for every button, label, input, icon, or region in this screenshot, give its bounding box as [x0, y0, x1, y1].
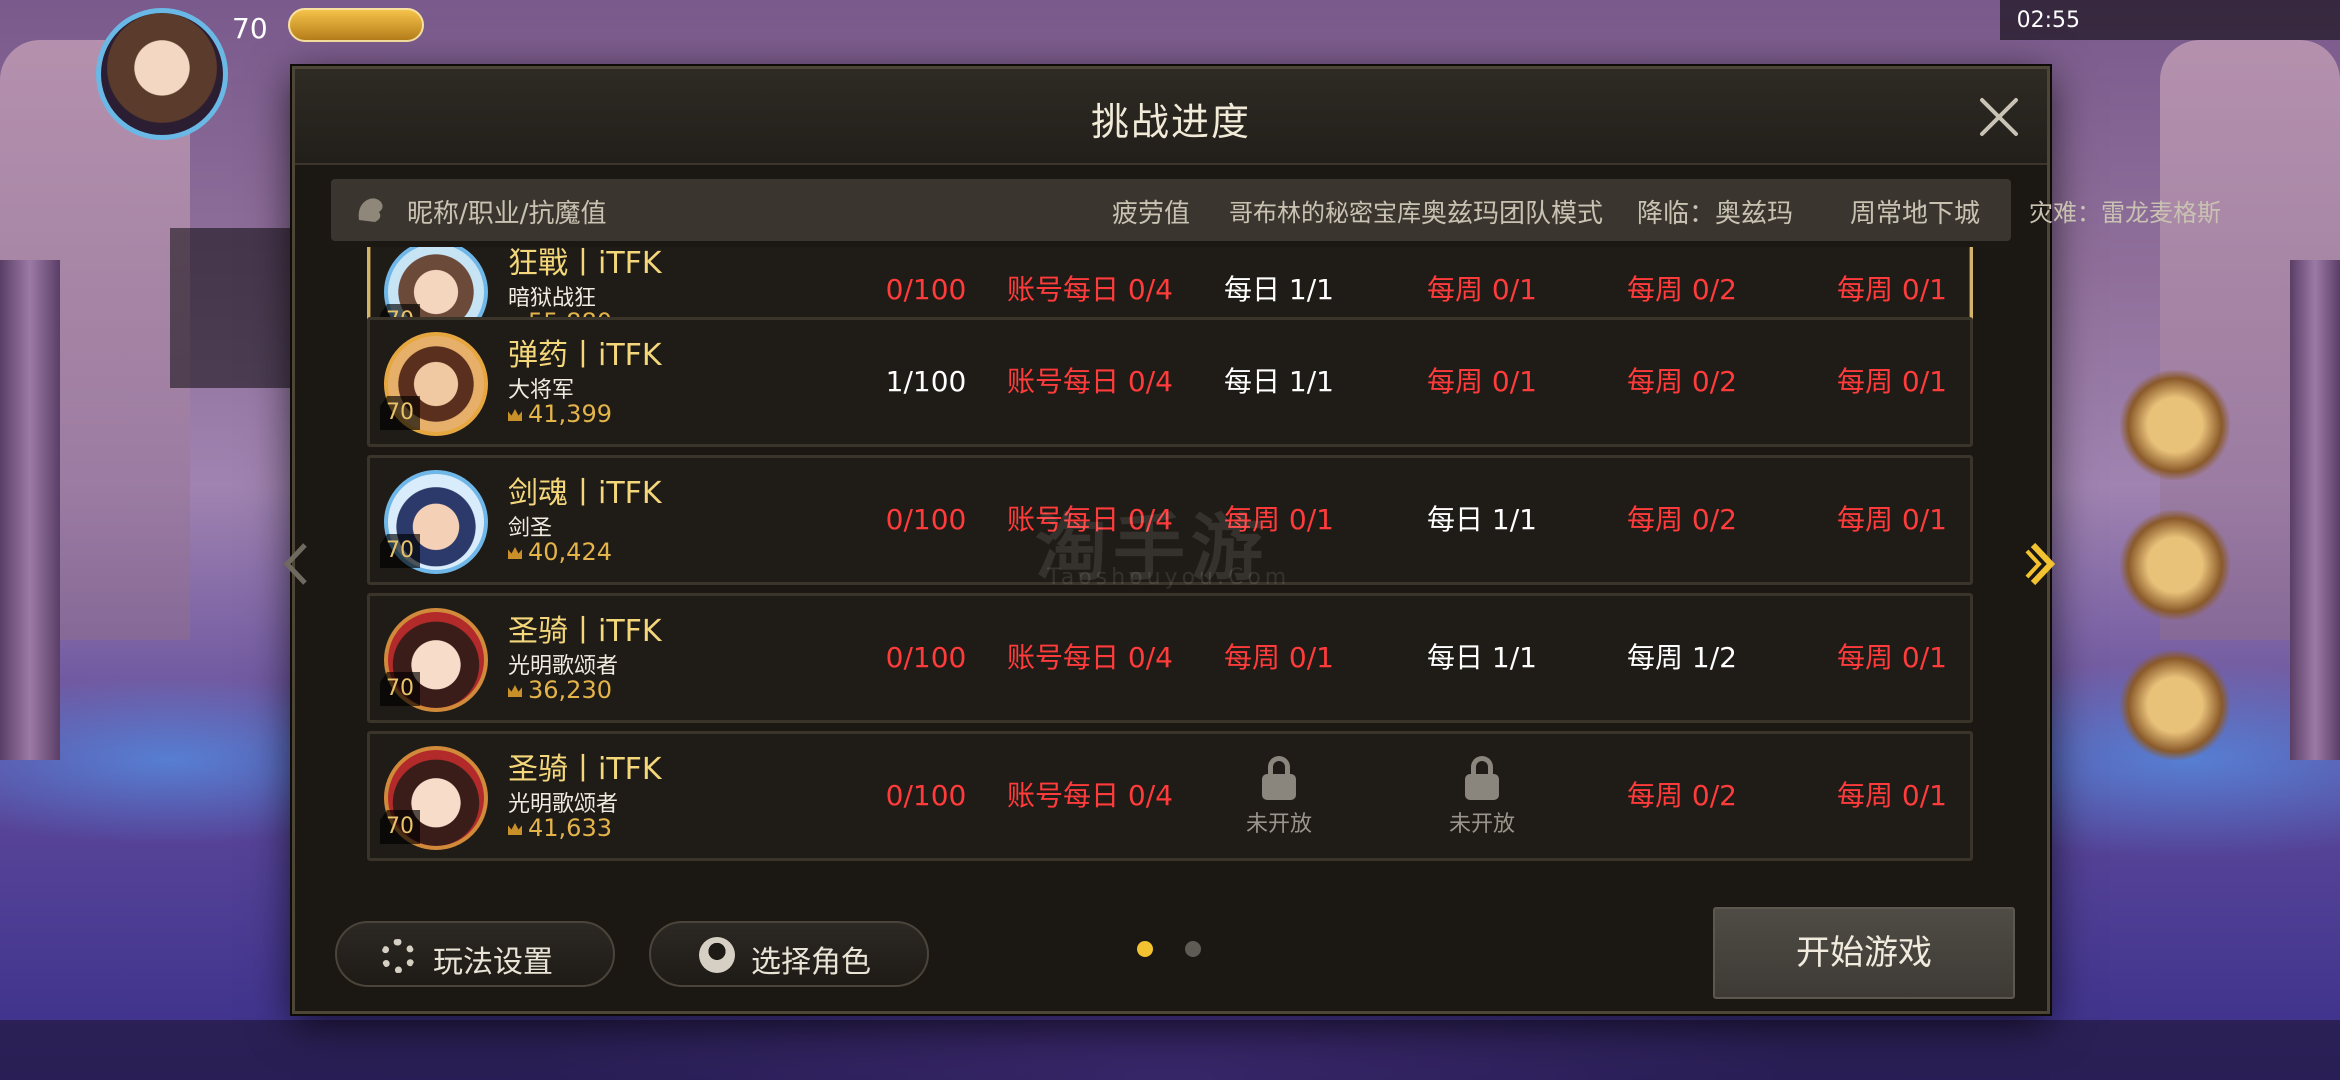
fatigue-value: 0/100: [885, 779, 967, 812]
prev-page-arrow-icon[interactable]: [277, 539, 317, 589]
gameplay-settings-button[interactable]: 玩法设置: [335, 921, 615, 987]
crown-icon: [508, 547, 522, 559]
col-goblin: 哥布林的秘密宝库: [1229, 199, 1421, 227]
side-menu-item-1[interactable]: [2120, 370, 2230, 480]
disaster-value: 每周 0/1: [1837, 779, 1947, 812]
ozma-team-value: 每周 0/1: [1224, 641, 1334, 674]
character-power-value: 36,230: [528, 676, 612, 704]
bg-pillar-right: [2290, 260, 2340, 760]
col-name: 昵称/职业/抗魔值: [407, 199, 607, 229]
character-row[interactable]: 70 圣骑丨iTFK 光明歌颂者 41,633 0/100 账号每日 0/4 未开放 未开放每…: [367, 731, 1973, 861]
character-row[interactable]: 70 弹药丨iTFK 大将军 41,399 1/100 账号每日 0/4 每日 1/1 每周 …: [367, 317, 1973, 447]
page-dot-1[interactable]: [1137, 941, 1153, 957]
col-fatigue: 疲劳值: [1111, 199, 1191, 229]
currency-badge[interactable]: [288, 8, 424, 42]
ozma-team-value: 未开放: [1246, 734, 1312, 858]
gear-icon: [381, 939, 415, 973]
ozma-descent-value: 每日 1/1: [1427, 641, 1537, 674]
table-header: 昵称/职业/抗魔值 疲劳值 哥布林的秘密宝库 奥兹玛团队模式 降临：奥兹玛 周常…: [331, 179, 2221, 241]
select-role-button[interactable]: 选择角色: [649, 921, 929, 987]
crown-icon: [508, 409, 522, 421]
character-level: 70: [380, 534, 420, 568]
disaster-value: 每周 0/1: [1837, 365, 1947, 398]
character-level: 70: [380, 396, 420, 430]
challenge-progress-dialog: 挑战进度 昵称/职业/抗魔值 疲劳值 哥布林的秘密宝库 奥兹玛团队模式 降临：奥…: [283, 66, 2221, 1014]
crown-icon: [508, 823, 522, 835]
ozma-team-value: 每日 1/1: [1224, 365, 1334, 398]
select-role-label: 选择角色: [751, 945, 871, 980]
locked-text: 未开放: [1448, 812, 1516, 837]
character-name: 弹药丨iTFK: [508, 338, 662, 373]
weekly-dungeon-value: 每周 1/2: [1627, 641, 1737, 674]
dialog-header: 挑战进度: [295, 69, 2047, 165]
quest-panel[interactable]: [170, 228, 310, 388]
goblin-vault-value: 账号每日 0/4: [1007, 365, 1173, 398]
weekly-dungeon-value: 每周 0/2: [1627, 503, 1737, 536]
next-page-arrow-icon[interactable]: [2025, 539, 2065, 589]
lock-icon: [1464, 756, 1499, 800]
weekly-dungeon-value: 每周 0/2: [1627, 779, 1737, 812]
fatigue-value: 0/100: [885, 641, 967, 674]
character-list[interactable]: 70狂戰丨iTFK暗狱战狂55,8800/100账号每日 0/4每日 1/1每周…: [295, 247, 2047, 959]
player-level: 70: [232, 12, 268, 45]
bottom-dock: [0, 1020, 2340, 1080]
character-power-value: 41,633: [528, 814, 612, 842]
page-dot-2[interactable]: [1185, 941, 1201, 957]
clock-text: 02:55: [2016, 8, 2080, 33]
goblin-vault-value: 账号每日 0/4: [1007, 641, 1173, 674]
character-row[interactable]: 70 圣骑丨iTFK 光明歌颂者 36,230 0/100 账号每日 0/4 每周 0/1 每…: [367, 593, 1973, 723]
close-icon[interactable]: [1977, 95, 2021, 139]
ozma-descent-value: 每日 1/1: [1427, 503, 1537, 536]
weekly-dungeon-value: 每周 0/2: [1627, 365, 1737, 398]
locked-text: 未开放: [1245, 812, 1313, 837]
character-name: 狂戰丨iTFK: [508, 247, 662, 281]
goblin-vault-value: 账号每日 0/4: [1007, 779, 1173, 812]
crown-icon: [508, 685, 522, 697]
ozma-descent-value: 每周 0/1: [1427, 365, 1537, 398]
character-name: 剑魂丨iTFK: [508, 476, 662, 511]
watermark-url: Taoshouyou.Com: [1047, 565, 1291, 590]
player-avatar[interactable]: [96, 8, 228, 140]
lock-icon: [1261, 756, 1296, 800]
character-power: 36,230: [508, 676, 612, 704]
col-ozma-team: 奥兹玛团队模式: [1420, 199, 1604, 229]
col-ozma-descent: 降临：奥兹玛: [1636, 199, 1794, 229]
gameplay-settings-label: 玩法设置: [433, 945, 553, 980]
disaster-value: 每周 0/1: [1837, 641, 1947, 674]
character-power: 41,633: [508, 814, 612, 842]
character-icon: [699, 937, 735, 973]
character-level: 70: [380, 810, 420, 844]
character-power: 41,399: [508, 400, 612, 428]
disaster-value: 每周 0/1: [1837, 503, 1947, 536]
col-weekly-dungeon: 周常地下城: [1849, 199, 1981, 229]
character-level: 70: [380, 672, 420, 706]
ozma-descent-value: 未开放: [1449, 734, 1515, 858]
start-game-button[interactable]: 开始游戏: [1713, 907, 2015, 999]
character-power-value: 40,424: [528, 538, 612, 566]
character-power: 40,424: [508, 538, 612, 566]
fatigue-value: 0/100: [885, 503, 967, 536]
character-power-value: 41,399: [528, 400, 612, 428]
character-name: 圣骑丨iTFK: [508, 614, 662, 649]
dialog-title: 挑战进度: [1090, 100, 1251, 144]
character-name: 圣骑丨iTFK: [508, 752, 662, 787]
col-disaster: 灾难：雷龙麦格斯: [2029, 199, 2221, 227]
side-menu-item-3[interactable]: [2120, 650, 2230, 760]
rank-icon: [358, 198, 383, 222]
fatigue-value: 1/100: [885, 365, 967, 398]
bg-pillar-left: [0, 260, 60, 760]
side-menu-item-2[interactable]: [2120, 510, 2230, 620]
